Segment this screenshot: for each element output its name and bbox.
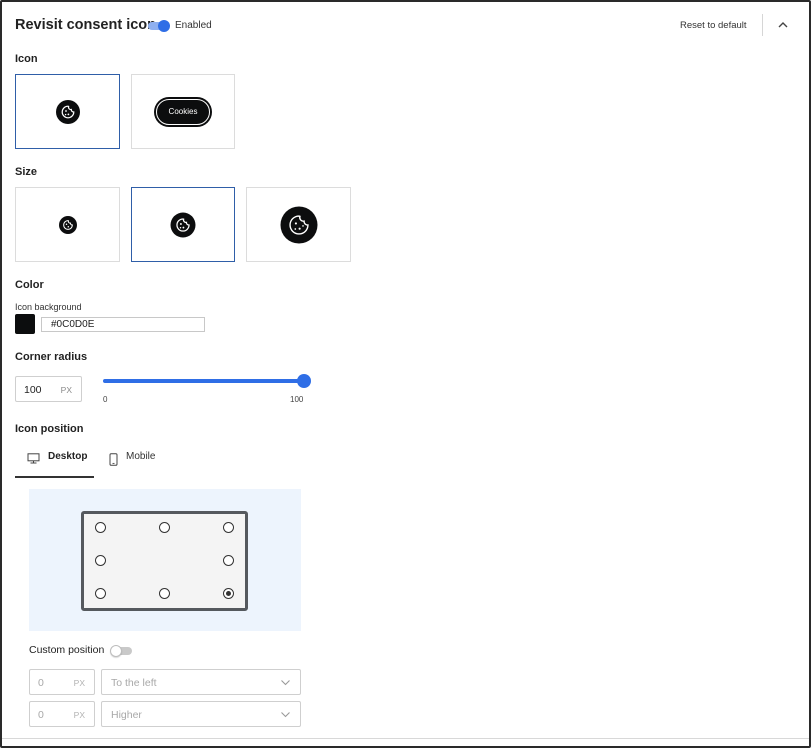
vertical-direction-value: Higher bbox=[111, 709, 142, 721]
size-option-large[interactable] bbox=[246, 187, 351, 262]
vertical-offset-unit: PX bbox=[73, 710, 85, 720]
tab-desktop-label: Desktop bbox=[48, 451, 88, 462]
enabled-toggle[interactable] bbox=[148, 20, 170, 32]
icon-background-swatch[interactable] bbox=[15, 314, 35, 334]
slider-min-label: 0 bbox=[103, 395, 108, 404]
tab-mobile-label: Mobile bbox=[126, 451, 156, 462]
collapse-button[interactable] bbox=[776, 18, 790, 32]
position-radio-bottom-center[interactable] bbox=[159, 588, 170, 599]
corner-radius-slider-track[interactable] bbox=[103, 379, 304, 383]
chevron-down-icon bbox=[281, 712, 290, 718]
toggle-knob bbox=[158, 20, 170, 32]
position-radio-middle-right[interactable] bbox=[223, 555, 234, 566]
custom-position-toggle[interactable] bbox=[110, 645, 132, 657]
position-radio-top-right[interactable] bbox=[223, 522, 234, 533]
settings-panel bbox=[0, 0, 811, 748]
icon-section-label: Icon bbox=[15, 53, 38, 65]
toggle-knob bbox=[110, 645, 122, 657]
cookies-pill-icon: Cookies bbox=[154, 96, 212, 127]
chevron-up-icon bbox=[778, 22, 788, 28]
color-section-label: Color bbox=[15, 279, 44, 291]
custom-position-label: Custom position bbox=[29, 644, 105, 656]
size-section-label: Size bbox=[15, 166, 38, 178]
corner-radius-label: Corner radius bbox=[15, 351, 88, 363]
mobile-icon bbox=[109, 453, 118, 466]
icon-background-label: Icon background bbox=[15, 302, 82, 312]
cookie-icon bbox=[280, 206, 317, 243]
cookie-icon bbox=[58, 215, 77, 234]
icon-option-cookies-pill[interactable]: Cookies bbox=[131, 74, 235, 149]
header-divider bbox=[762, 14, 763, 36]
tab-mobile[interactable]: Mobile bbox=[105, 451, 175, 478]
cookie-glyph bbox=[176, 217, 190, 232]
horizontal-direction-select[interactable]: To the left bbox=[101, 669, 301, 695]
position-radio-top-center[interactable] bbox=[159, 522, 170, 533]
corner-radius-value: 100 bbox=[24, 384, 42, 396]
size-option-medium[interactable] bbox=[131, 187, 235, 262]
vertical-offset-input[interactable]: 0 PX bbox=[29, 701, 95, 727]
position-radio-bottom-left[interactable] bbox=[95, 588, 106, 599]
horizontal-offset-unit: PX bbox=[73, 678, 85, 688]
horizontal-direction-value: To the left bbox=[111, 677, 157, 689]
corner-radius-slider-thumb[interactable] bbox=[297, 374, 311, 388]
position-radio-top-left[interactable] bbox=[95, 522, 106, 533]
icon-option-cookie[interactable] bbox=[15, 74, 120, 149]
cookie-glyph bbox=[61, 105, 74, 118]
cookie-glyph bbox=[288, 214, 309, 235]
reset-to-default-button[interactable]: Reset to default bbox=[680, 20, 747, 31]
tab-desktop[interactable]: Desktop bbox=[15, 451, 94, 478]
cookie-glyph bbox=[62, 219, 73, 230]
position-radio-bottom-right[interactable] bbox=[223, 588, 234, 599]
corner-radius-input[interactable]: 100 PX bbox=[15, 376, 82, 402]
vertical-direction-select[interactable]: Higher bbox=[101, 701, 301, 727]
cookies-pill-label: Cookies bbox=[156, 98, 210, 125]
chevron-down-icon bbox=[281, 680, 290, 686]
corner-radius-unit: PX bbox=[60, 385, 72, 395]
horizontal-offset-input[interactable]: 0 PX bbox=[29, 669, 95, 695]
horizontal-offset-value: 0 bbox=[38, 677, 44, 689]
vertical-offset-value: 0 bbox=[38, 709, 44, 721]
size-option-small[interactable] bbox=[15, 187, 120, 262]
cookie-icon bbox=[170, 212, 196, 237]
cookie-icon bbox=[55, 99, 80, 124]
panel-divider bbox=[2, 738, 809, 739]
icon-position-label: Icon position bbox=[15, 423, 84, 435]
slider-max-label: 100 bbox=[290, 395, 304, 404]
enabled-label: Enabled bbox=[175, 20, 212, 31]
section-title: Revisit consent icon bbox=[15, 17, 157, 33]
desktop-icon bbox=[27, 453, 40, 464]
position-radio-middle-left[interactable] bbox=[95, 555, 106, 566]
icon-background-hex-input[interactable]: #0C0D0E bbox=[41, 317, 205, 332]
